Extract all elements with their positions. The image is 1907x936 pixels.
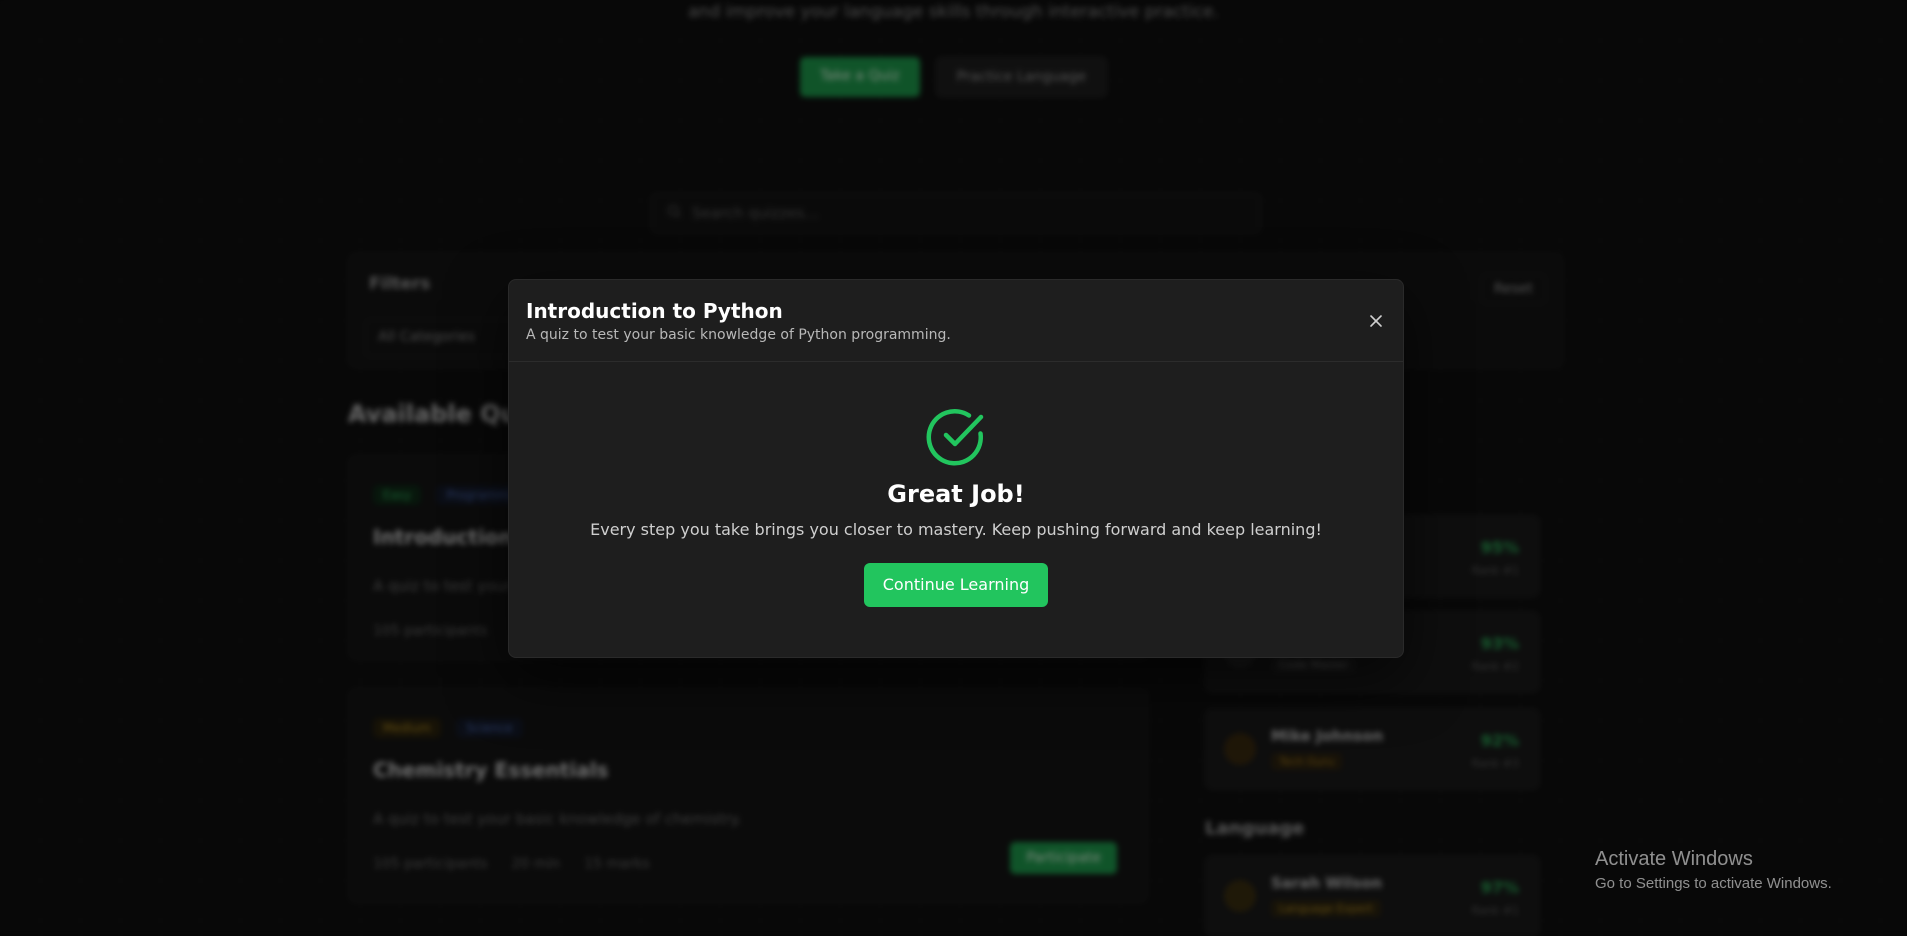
check-circle-icon: [926, 409, 984, 466]
dialog-header: Introduction to Python A quiz to test yo…: [509, 280, 1403, 362]
result-title: Great Job!: [887, 480, 1025, 508]
result-message: Every step you take brings you closer to…: [590, 520, 1322, 539]
close-button[interactable]: [1365, 310, 1387, 332]
windows-activation-watermark: Activate Windows Go to Settings to activ…: [1595, 848, 1832, 892]
result-dialog: Introduction to Python A quiz to test yo…: [508, 279, 1404, 658]
activation-subtitle: Go to Settings to activate Windows.: [1595, 875, 1832, 892]
continue-learning-button[interactable]: Continue Learning: [863, 563, 1049, 607]
activation-title: Activate Windows: [1595, 848, 1753, 870]
dialog-body: Great Job! Every step you take brings yo…: [509, 362, 1403, 607]
close-icon: [1370, 315, 1382, 327]
dialog-subtitle: A quiz to test your basic knowledge of P…: [526, 327, 951, 343]
dialog-title: Introduction to Python: [526, 299, 783, 323]
